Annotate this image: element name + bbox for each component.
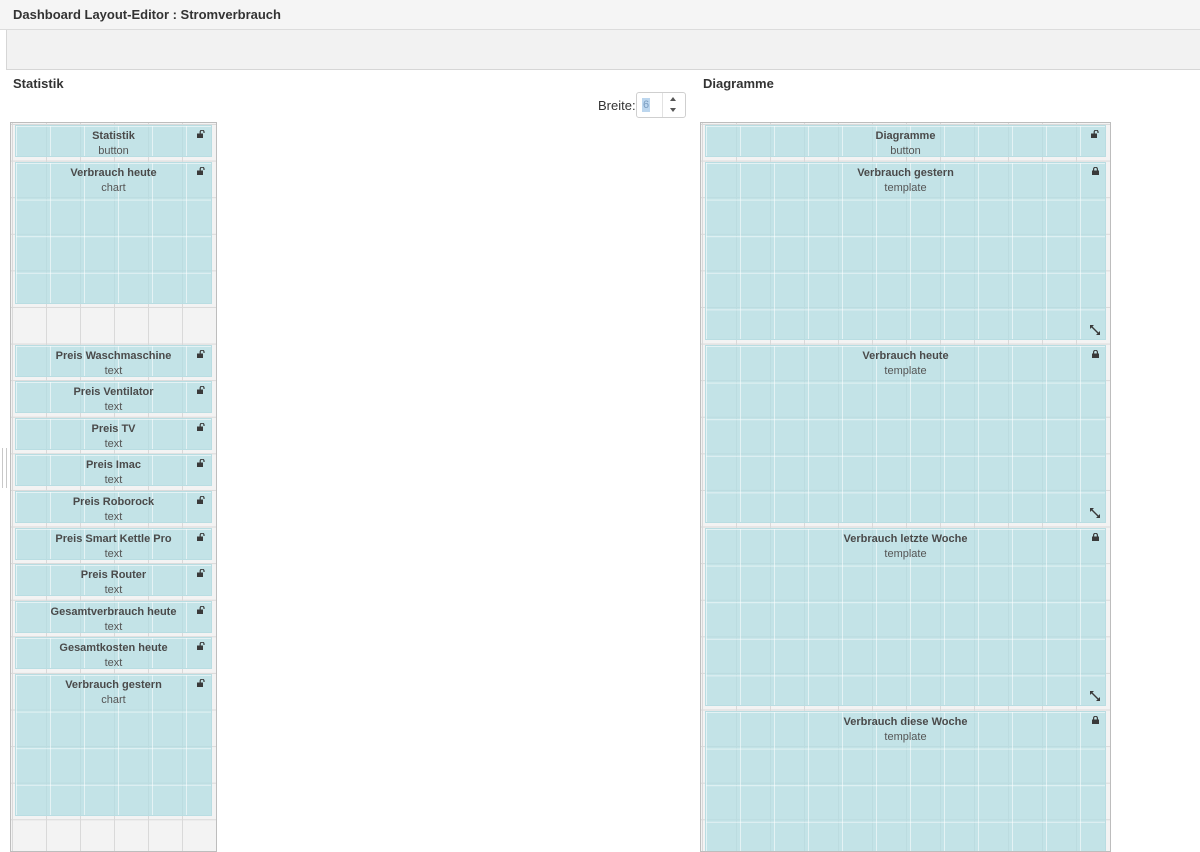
widget-name: Preis Router	[80, 569, 147, 581]
widget-verbrauch-letzte-woche[interactable]: Verbrauch letzte Woche template	[705, 528, 1106, 706]
left-layout-grid[interactable]: Statistik button Verbrauch heute chart Preis…	[10, 122, 217, 852]
window-title: Dashboard Layout-Editor : Stromverbrauch	[13, 7, 281, 22]
lock-closed-icon[interactable]	[1091, 167, 1100, 175]
widget-verbrauch-gestern[interactable]: Verbrauch gestern chart	[15, 674, 212, 816]
widget-preis-smart-kettle-pro[interactable]: Preis Smart Kettle Pro text	[15, 528, 212, 560]
resize-diagonal-icon[interactable]	[1089, 507, 1101, 519]
lock-open-icon[interactable]	[197, 423, 206, 431]
widget-name: Gesamtverbrauch heute	[50, 606, 177, 618]
widget-name: Preis Ventilator	[73, 386, 154, 398]
lock-open-icon[interactable]	[197, 642, 206, 650]
lock-open-icon[interactable]	[197, 679, 206, 687]
lock-open-icon[interactable]	[197, 350, 206, 358]
width-input[interactable]: 6	[636, 92, 686, 118]
widget-gesamtverbrauch-heute[interactable]: Gesamtverbrauch heute text	[15, 601, 212, 633]
lock-open-icon[interactable]	[197, 606, 206, 614]
lock-open-icon[interactable]	[197, 459, 206, 467]
widget-name: Preis Roborock	[72, 496, 155, 508]
right-layout-grid[interactable]: Diagramme button Verbrauch gestern template…	[700, 122, 1111, 852]
widget-type: text	[104, 657, 123, 669]
widget-name: Preis TV	[91, 423, 136, 435]
lock-open-icon[interactable]	[197, 130, 206, 138]
lock-open-icon[interactable]	[197, 167, 206, 175]
widget-verbrauch-heute[interactable]: Verbrauch heute template	[705, 345, 1106, 523]
widget-preis-roborock[interactable]: Preis Roborock text	[15, 491, 212, 523]
lock-open-icon[interactable]	[197, 496, 206, 504]
resize-diagonal-icon[interactable]	[1089, 324, 1101, 336]
widget-type: chart	[101, 694, 126, 706]
widget-diagramme[interactable]: Diagramme button	[705, 125, 1106, 157]
lock-open-icon[interactable]	[197, 569, 206, 577]
lock-closed-icon[interactable]	[1091, 716, 1100, 724]
widget-type: template	[884, 731, 927, 743]
lock-open-icon[interactable]	[1091, 130, 1100, 138]
lock-closed-icon[interactable]	[1091, 350, 1100, 358]
widget-name: Verbrauch heute	[70, 167, 157, 179]
widget-type: button	[98, 145, 129, 157]
widget-type: text	[104, 365, 123, 377]
width-label: Breite:	[598, 98, 636, 113]
widget-name: Verbrauch gestern	[65, 679, 162, 691]
widget-type: template	[884, 365, 927, 377]
widget-verbrauch-heute[interactable]: Verbrauch heute chart	[15, 162, 212, 304]
widget-name: Statistik	[92, 130, 135, 142]
increment-arrow-icon[interactable]	[670, 97, 676, 101]
widget-type: chart	[101, 182, 126, 194]
resize-diagonal-icon[interactable]	[1089, 690, 1101, 702]
toolbar	[6, 30, 1200, 70]
widget-name: Verbrauch heute	[862, 350, 949, 362]
lock-closed-icon[interactable]	[1091, 533, 1100, 541]
widget-preis-imac[interactable]: Preis Imac text	[15, 454, 212, 486]
widget-name: Preis Smart Kettle Pro	[55, 533, 172, 545]
widget-type: template	[884, 182, 927, 194]
widget-name: Verbrauch gestern	[857, 167, 954, 179]
lock-open-icon[interactable]	[197, 386, 206, 394]
widget-preis-router[interactable]: Preis Router text	[15, 564, 212, 596]
widget-type: text	[104, 474, 123, 486]
widget-type: button	[890, 145, 921, 157]
right-section-title: Diagramme	[703, 76, 774, 91]
width-stepper[interactable]	[662, 93, 685, 117]
widget-statistik[interactable]: Statistik button	[15, 125, 212, 157]
widget-type: text	[104, 511, 123, 523]
widget-type: text	[104, 621, 123, 633]
widget-preis-tv[interactable]: Preis TV text	[15, 418, 212, 450]
title-bar: Dashboard Layout-Editor : Stromverbrauch	[0, 0, 1200, 30]
width-value: 6	[642, 98, 650, 112]
side-panel-edge	[0, 30, 7, 839]
widget-name: Gesamtkosten heute	[59, 642, 168, 654]
widget-name: Verbrauch letzte Woche	[843, 533, 968, 545]
widget-type: template	[884, 548, 927, 560]
widget-type: text	[104, 584, 123, 596]
panel-resize-handle[interactable]	[2, 448, 7, 488]
widget-name: Preis Waschmaschine	[55, 350, 172, 362]
widget-verbrauch-diese-woche[interactable]: Verbrauch diese Woche template	[705, 711, 1106, 851]
widget-name: Preis Imac	[85, 459, 142, 471]
decrement-arrow-icon[interactable]	[670, 108, 676, 112]
widget-gesamtkosten-heute[interactable]: Gesamtkosten heute text	[15, 637, 212, 669]
widget-type: text	[104, 548, 123, 560]
widget-name: Verbrauch diese Woche	[843, 716, 968, 728]
widget-preis-ventilator[interactable]: Preis Ventilator text	[15, 381, 212, 413]
widget-name: Diagramme	[875, 130, 936, 142]
widget-type: text	[104, 438, 123, 450]
lock-open-icon[interactable]	[197, 533, 206, 541]
left-section-title: Statistik	[13, 76, 64, 91]
widget-preis-waschmaschine[interactable]: Preis Waschmaschine text	[15, 345, 212, 377]
widget-type: text	[104, 401, 123, 413]
widget-verbrauch-gestern[interactable]: Verbrauch gestern template	[705, 162, 1106, 340]
